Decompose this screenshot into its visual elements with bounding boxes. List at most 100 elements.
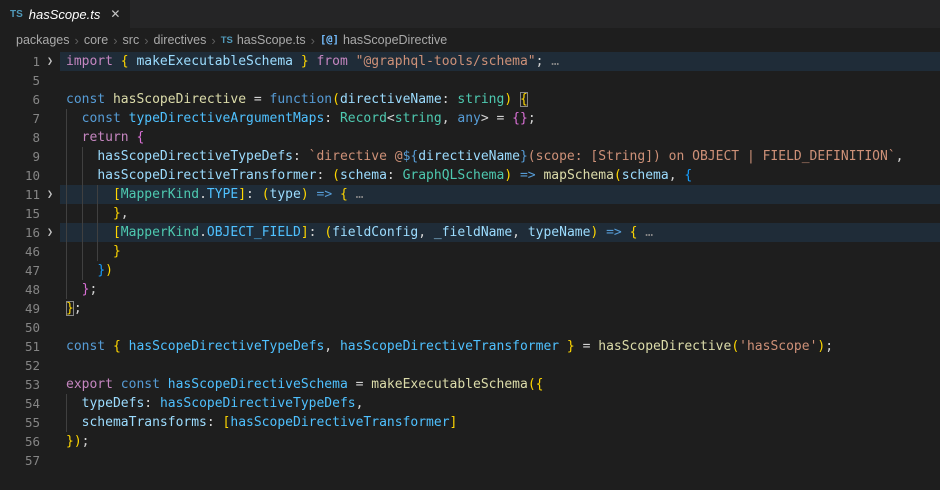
fold-gutter-space	[40, 71, 60, 90]
code-line[interactable]: 57	[0, 451, 940, 470]
code-editor[interactable]: 1❯import { makeExecutableSchema } from "…	[0, 52, 940, 470]
code-line[interactable]: 11❯ [MapperKind.TYPE]: (type) => { …	[0, 185, 940, 204]
line-number[interactable]: 48	[0, 280, 40, 299]
breadcrumb-item-file[interactable]: TShasScope.ts	[221, 33, 306, 47]
line-number[interactable]: 54	[0, 394, 40, 413]
fold-gutter-space	[40, 375, 60, 394]
fold-chevron-icon[interactable]: ❯	[40, 52, 60, 71]
breadcrumb-item-packages[interactable]: packages	[16, 33, 70, 47]
code-line[interactable]: 9 hasScopeDirectiveTypeDefs: `directive …	[0, 147, 940, 166]
code-line[interactable]: 53export const hasScopeDirectiveSchema =…	[0, 375, 940, 394]
code-line[interactable]: 54 typeDefs: hasScopeDirectiveTypeDefs,	[0, 394, 940, 413]
line-number[interactable]: 53	[0, 375, 40, 394]
code-token: export	[66, 377, 121, 392]
code-token: )	[504, 168, 512, 183]
editor-tab-hasscope[interactable]: TS hasScope.ts ✕	[0, 0, 130, 28]
indent-guide	[82, 223, 83, 242]
line-number[interactable]: 50	[0, 318, 40, 337]
code-token	[622, 225, 630, 240]
breadcrumb-item-src[interactable]: src	[123, 33, 140, 47]
code-line[interactable]: 8 return {	[0, 128, 940, 147]
code-line[interactable]: 16❯ [MapperKind.OBJECT_FIELD]: (fieldCon…	[0, 223, 940, 242]
code-line-content	[60, 318, 940, 337]
code-token: (	[731, 339, 739, 354]
code-line[interactable]: 51const { hasScopeDirectiveTypeDefs, has…	[0, 337, 940, 356]
line-number[interactable]: 8	[0, 128, 40, 147]
code-token: mapSchema	[543, 168, 613, 183]
indent-guide	[82, 261, 83, 280]
code-token: {}	[512, 111, 528, 126]
code-token: ,	[418, 225, 434, 240]
code-line[interactable]: 5	[0, 71, 940, 90]
line-number[interactable]: 10	[0, 166, 40, 185]
code-line[interactable]: 10 hasScopeDirectiveTransformer: (schema…	[0, 166, 940, 185]
tab-bar-empty-space	[130, 0, 940, 28]
fold-gutter-space	[40, 166, 60, 185]
code-line-content	[60, 356, 940, 375]
code-token: ;	[89, 282, 97, 297]
line-number[interactable]: 7	[0, 109, 40, 128]
code-line[interactable]: 1❯import { makeExecutableSchema } from "…	[0, 52, 940, 71]
code-token: }	[66, 434, 74, 449]
code-token: =	[575, 339, 598, 354]
close-icon[interactable]: ✕	[110, 7, 120, 21]
line-number[interactable]: 5	[0, 71, 40, 90]
code-token	[66, 187, 113, 202]
code-token: hasScopeDirectiveTransformer	[340, 339, 559, 354]
line-number[interactable]: 9	[0, 147, 40, 166]
line-number[interactable]: 57	[0, 451, 40, 470]
breadcrumb-item-core[interactable]: core	[84, 33, 108, 47]
breadcrumb-symbol-label: hasScopeDirective	[343, 33, 447, 47]
code-line[interactable]: 56});	[0, 432, 940, 451]
code-token: <	[387, 111, 395, 126]
tab-label: hasScope.ts	[29, 7, 101, 22]
line-number[interactable]: 11	[0, 185, 40, 204]
indent-guide	[82, 242, 83, 261]
fold-chevron-icon[interactable]: ❯	[40, 223, 60, 242]
indent-guide	[66, 242, 67, 261]
code-token: (scope: [String]) on OBJECT | FIELD_DEFI…	[528, 149, 896, 164]
code-token: :	[309, 225, 325, 240]
line-number[interactable]: 55	[0, 413, 40, 432]
line-number[interactable]: 46	[0, 242, 40, 261]
code-token: ]	[301, 225, 309, 240]
code-line[interactable]: 49};	[0, 299, 940, 318]
code-line[interactable]: 46 }	[0, 242, 940, 261]
breadcrumb-item-directives[interactable]: directives	[154, 33, 207, 47]
code-token	[309, 187, 317, 202]
breadcrumb-item-symbol[interactable]: [@]hasScopeDirective	[320, 33, 447, 47]
line-number[interactable]: 47	[0, 261, 40, 280]
code-line-content: [MapperKind.OBJECT_FIELD]: (fieldConfig,…	[60, 223, 940, 242]
code-token: schema	[340, 168, 387, 183]
line-number[interactable]: 56	[0, 432, 40, 451]
code-token: ,	[324, 339, 340, 354]
code-token	[66, 244, 113, 259]
line-number[interactable]: 49	[0, 299, 40, 318]
line-number[interactable]: 51	[0, 337, 40, 356]
code-token: =	[348, 377, 371, 392]
indent-guide	[66, 394, 67, 413]
line-number[interactable]: 15	[0, 204, 40, 223]
line-number[interactable]: 1	[0, 52, 40, 71]
code-token: {	[340, 187, 348, 202]
fold-gutter-space	[40, 90, 60, 109]
line-number[interactable]: 52	[0, 356, 40, 375]
code-line[interactable]: 55 schemaTransforms: [hasScopeDirectiveT…	[0, 413, 940, 432]
line-number[interactable]: 6	[0, 90, 40, 109]
typescript-file-icon: TS	[10, 9, 23, 20]
code-token: Record	[340, 111, 387, 126]
indent-guide	[97, 204, 98, 223]
code-line[interactable]: 7 const typeDirectiveArgumentMaps: Recor…	[0, 109, 940, 128]
code-line[interactable]: 50	[0, 318, 940, 337]
indent-guide	[66, 147, 67, 166]
code-token: [	[113, 187, 121, 202]
code-line[interactable]: 6const hasScopeDirective = function(dire…	[0, 90, 940, 109]
code-line[interactable]: 52	[0, 356, 940, 375]
code-line[interactable]: 48 };	[0, 280, 940, 299]
code-line[interactable]: 47 })	[0, 261, 940, 280]
code-token: typeDefs	[82, 396, 145, 411]
code-line[interactable]: 15 },	[0, 204, 940, 223]
fold-chevron-icon[interactable]: ❯	[40, 185, 60, 204]
code-token	[66, 282, 82, 297]
line-number[interactable]: 16	[0, 223, 40, 242]
